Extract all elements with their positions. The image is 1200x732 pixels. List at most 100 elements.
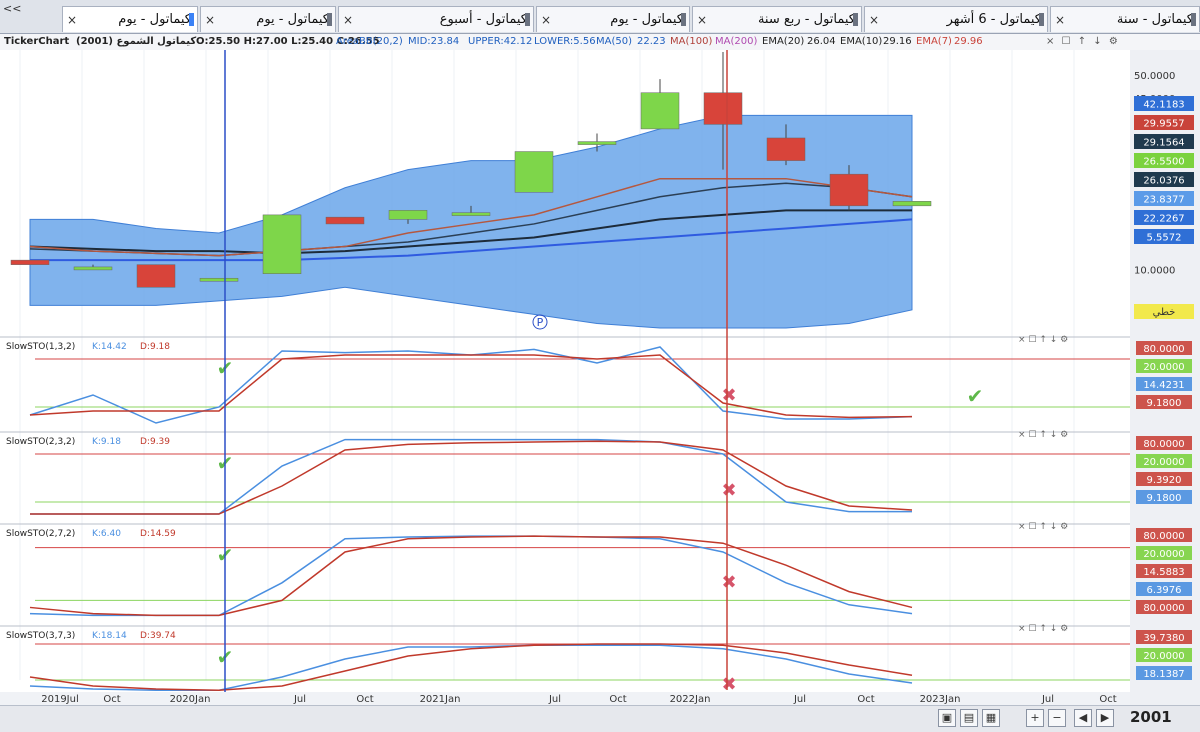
symbol-code: 2001	[1130, 708, 1172, 726]
tab-label: كيماتول - يوم	[118, 12, 191, 27]
tab-kimatol-day-3[interactable]: × كيماتول - يوم	[536, 6, 690, 32]
time-axis-label: Jul	[1041, 694, 1054, 705]
panel-controls: × ☐ ↑ ↓ ⚙	[1018, 624, 1068, 634]
price-axis-label: 23.8377	[1143, 195, 1184, 206]
app-name: TickerChart	[4, 36, 70, 47]
panel-k-value: K:9.18	[92, 437, 121, 447]
time-axis-label: 2022Jan	[670, 694, 711, 705]
tab-marker	[681, 13, 686, 26]
fit-icon[interactable]: ▣	[938, 709, 956, 727]
tab-label: كيماتول - سنة	[1116, 12, 1193, 27]
tab-bar: << × كيماتول - يوم × كيماتول - يوم × كيم…	[0, 0, 1200, 34]
candle-body	[325, 216, 365, 225]
time-axis-label: 2023Jan	[920, 694, 961, 705]
panel-d-value: D:9.39	[140, 437, 170, 447]
chart-area[interactable]: SlowSTO(1,3,2) K:14.42 D:9.18 × ☐ ↑ ↓ ⚙ Slow…	[0, 50, 1200, 705]
panel-title: SlowSTO(2,3,2)	[6, 437, 75, 447]
grid-icon[interactable]: ▦	[982, 709, 1000, 727]
tab-label: كيماتول - يوم	[256, 12, 329, 27]
chart-title: كيماتول الشموع (2001)	[76, 36, 197, 47]
tab-kimatol-6-months[interactable]: × كيماتول - 6 أشهر	[864, 6, 1048, 32]
cross-icon: ✖	[721, 674, 736, 695]
tab-close-icon[interactable]: ×	[67, 7, 77, 32]
cross-icon: ✖	[721, 385, 736, 406]
time-axis: 2019Jul Oct 2020Jan Jul Oct 2021Jan Jul Oct 2022…	[0, 692, 1130, 705]
main-panel-controls[interactable]: × ☐ ↑ ↓ ⚙	[1046, 34, 1120, 50]
panel-axis-label: 6.3976	[1147, 585, 1182, 596]
time-axis-label: Oct	[609, 694, 626, 705]
panel-k-value: K:18.14	[92, 631, 127, 641]
tab-marker	[853, 13, 858, 26]
ma50-value: 22.23	[637, 36, 666, 47]
check-icon: ✔	[967, 384, 984, 408]
candle-body	[136, 264, 176, 288]
period-marker-icon[interactable]: P	[537, 316, 544, 329]
zoom-out-icon[interactable]: −	[1048, 709, 1066, 727]
time-axis-label: Oct	[103, 694, 120, 705]
panel-axis-label: 20.0000	[1143, 651, 1184, 662]
ema7-label: EMA(7)	[916, 36, 952, 47]
chart-background	[0, 50, 1130, 705]
tab-close-icon[interactable]: ×	[343, 7, 353, 32]
price-axis-label: 22.2267	[1143, 214, 1184, 225]
panel-axis-label: 20.0000	[1143, 362, 1184, 373]
candle-body	[766, 137, 806, 161]
panel-axis-label: 20.0000	[1143, 549, 1184, 560]
time-axis-label: 2020Jan	[170, 694, 211, 705]
tab-close-icon[interactable]: ×	[869, 7, 879, 32]
cross-icon: ✖	[721, 480, 736, 501]
candle-body	[640, 92, 680, 130]
ma100-label: MA(100)	[670, 36, 713, 47]
scroll-right-icon[interactable]: ▶	[1096, 709, 1114, 727]
price-axis-label: 5.5572	[1147, 233, 1182, 244]
panel-k-value: K:14.42	[92, 342, 127, 352]
scroll-left-icon[interactable]: ◀	[1074, 709, 1092, 727]
panel-d-value: D:14.59	[140, 529, 176, 539]
time-axis-label: Oct	[857, 694, 874, 705]
price-axis-label: 26.0376	[1143, 176, 1184, 187]
bb-upper: UPPER:42.12	[468, 36, 533, 47]
tab-close-icon[interactable]: ×	[1055, 7, 1065, 32]
layout-icon[interactable]: ▤	[960, 709, 978, 727]
candle-body	[829, 173, 869, 207]
tab-label: كيماتول - ربع سنة	[757, 12, 855, 27]
tab-close-icon[interactable]: ×	[697, 7, 707, 32]
panel-axis-label: 14.4231	[1143, 380, 1184, 391]
tab-marker	[189, 13, 194, 26]
panel-d-value: D:9.18	[140, 342, 170, 352]
nav-back[interactable]: <<	[3, 2, 21, 15]
time-axis-label: Jul	[293, 694, 306, 705]
tab-kimatol-quarter[interactable]: × كيماتول - ربع سنة	[692, 6, 862, 32]
ema7-value: 29.96	[954, 36, 983, 47]
bb-label: AreaBB(20,2)	[336, 36, 403, 47]
price-mode-label: خطي	[1153, 307, 1176, 318]
panel-d-value: D:39.74	[140, 631, 176, 641]
tab-kimatol-year[interactable]: × كيماتول - سنة	[1050, 6, 1200, 32]
time-axis-label: Oct	[1099, 694, 1116, 705]
tab-close-icon[interactable]: ×	[205, 7, 215, 32]
panel-title: SlowSTO(1,3,2)	[6, 342, 75, 352]
tab-close-icon[interactable]: ×	[541, 7, 551, 32]
panel-axis-label: 9.1800	[1147, 493, 1182, 504]
status-bar: ▣ ▤ ▦ + − ◀ ▶ 2001	[0, 705, 1200, 732]
tab-label: كيماتول - أسبوع	[439, 12, 527, 27]
panel-controls: × ☐ ↑ ↓ ⚙	[1018, 522, 1068, 532]
tab-kimatol-day-2[interactable]: × كيماتول - يوم	[200, 6, 336, 32]
bb-mid: MID:23.84	[408, 36, 460, 47]
price-axis-label: 42.1183	[1143, 100, 1184, 111]
tab-kimatol-day-1[interactable]: × كيماتول - يوم	[62, 6, 198, 32]
time-axis-label: Jul	[793, 694, 806, 705]
trading-window: << × كيماتول - يوم × كيماتول - يوم × كيم…	[0, 0, 1200, 732]
candle-body	[514, 151, 554, 193]
candle-body	[199, 277, 239, 282]
zoom-in-icon[interactable]: +	[1026, 709, 1044, 727]
time-axis-label: 2021Jan	[420, 694, 461, 705]
ema20-label: EMA(20)	[762, 36, 805, 47]
tab-label: كيماتول - يوم	[610, 12, 683, 27]
candle-body	[73, 266, 113, 271]
tab-marker	[327, 13, 332, 26]
panel-controls: × ☐ ↑ ↓ ⚙	[1018, 430, 1068, 440]
tab-kimatol-week[interactable]: × كيماتول - أسبوع	[338, 6, 534, 32]
candle-body	[577, 141, 617, 145]
panel-axis-label: 9.3920	[1147, 475, 1182, 486]
